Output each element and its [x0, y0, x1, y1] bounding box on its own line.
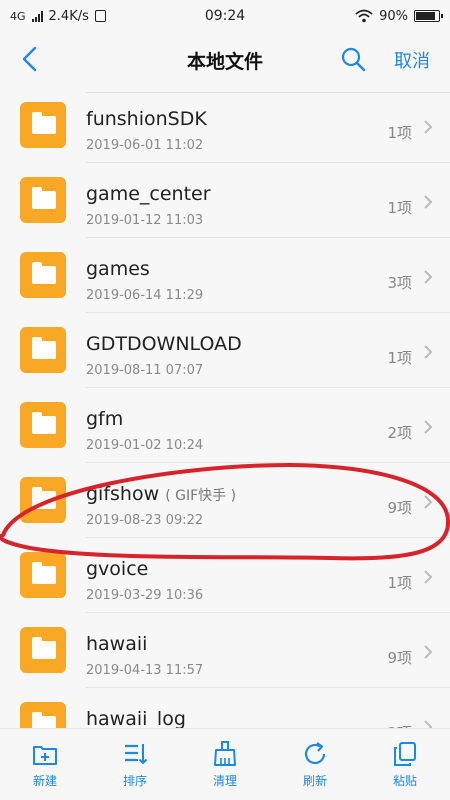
sort-icon	[125, 744, 148, 765]
status-right: 90%	[355, 8, 443, 24]
file-name: games	[86, 258, 150, 280]
refresh-label: 刷新	[302, 774, 327, 788]
sim-icon	[94, 10, 106, 22]
file-name: GDTDOWNLOAD	[86, 333, 242, 355]
item-count: 3项	[387, 274, 412, 292]
folder-icon	[20, 177, 66, 223]
folder-icon	[20, 552, 66, 598]
new-folder-button[interactable]: 新建	[0, 729, 90, 800]
file-name-text: funshionSDK	[86, 108, 207, 130]
sort-label: 排序	[122, 774, 147, 788]
file-date: 2019-04-13 11:57	[86, 663, 204, 678]
file-name-text: gvoice	[86, 558, 149, 580]
chevron-right-icon	[424, 645, 433, 659]
chevron-right-icon	[424, 720, 433, 728]
file-row[interactable]: gfm 2019-01-02 10:24 2项	[0, 388, 450, 463]
file-name-text: game_center	[86, 183, 211, 205]
file-row[interactable]: games 2019-06-14 11:29 3项	[0, 238, 450, 313]
file-row[interactable]: gifshow ( GIF快手 ) 2019-08-23 09:22 9项	[0, 463, 450, 538]
chevron-right-icon	[424, 120, 433, 134]
folder-icon	[20, 627, 66, 673]
chevron-right-icon	[424, 495, 433, 509]
refresh-icon	[304, 742, 326, 765]
chevron-right-icon	[424, 270, 433, 284]
clean-label: 清理	[212, 774, 237, 788]
clean-button[interactable]: 清理	[180, 729, 270, 800]
paste-button[interactable]: 粘贴	[360, 729, 450, 800]
header: 本地文件 取消	[0, 32, 450, 88]
file-row[interactable]: funshionSDK 2019-06-01 11:02 1项	[0, 88, 450, 163]
file-date: 2019-03-29 10:36	[86, 588, 204, 603]
file-name-text: gifshow	[86, 483, 160, 505]
file-name: gfm	[86, 408, 123, 430]
folder-icon	[20, 402, 66, 448]
refresh-button[interactable]: 刷新	[270, 729, 360, 800]
item-count: 1项	[387, 199, 412, 217]
item-count: 1项	[387, 349, 412, 367]
battery-icon	[414, 10, 443, 22]
file-name-text: hawaii_log	[86, 708, 186, 728]
file-alias: ( GIF快手 )	[165, 488, 237, 504]
item-count: 9项	[387, 499, 412, 517]
file-name: hawaii	[86, 633, 147, 655]
folder-icon	[20, 102, 66, 148]
chevron-right-icon	[424, 420, 433, 434]
file-row[interactable]: GDTDOWNLOAD 2019-08-11 07:07 1项	[0, 313, 450, 388]
file-name: game_center	[86, 183, 211, 205]
paste-icon	[394, 742, 416, 766]
network-speed: 2.4K/s	[48, 8, 89, 24]
search-icon[interactable]	[340, 46, 366, 72]
page-title: 本地文件	[186, 50, 263, 73]
file-name-text: hawaii	[86, 633, 148, 655]
sort-button[interactable]: 排序	[90, 729, 180, 800]
chevron-right-icon	[424, 195, 433, 209]
file-date: 2019-06-01 11:02	[86, 138, 204, 153]
file-row[interactable]: gvoice 2019-03-29 10:36 1项	[0, 538, 450, 613]
chevron-right-icon	[424, 570, 433, 584]
cancel-button[interactable]: 取消	[394, 47, 430, 73]
file-list: funshionSDK 2019-06-01 11:02 1项 game_center…	[0, 88, 450, 728]
file-name-text: games	[86, 258, 150, 280]
file-name: hawaii_log	[86, 708, 186, 728]
file-name: funshionSDK	[86, 108, 207, 130]
folder-icon	[20, 702, 66, 728]
status-left: 4G 2.4K/s	[10, 9, 106, 24]
folder-icon	[20, 327, 66, 373]
file-date: 2019-08-23 09:22	[86, 513, 204, 528]
network-type: 4G	[10, 9, 26, 23]
chevron-right-icon	[424, 345, 433, 359]
item-count: 2项	[387, 424, 412, 442]
wifi-icon	[355, 9, 373, 23]
status-time: 09:24	[204, 8, 246, 24]
file-date: 2019-01-02 10:24	[86, 438, 204, 453]
battery-fill	[416, 12, 435, 20]
paste-label: 粘贴	[392, 774, 417, 788]
battery-percent: 90%	[379, 8, 408, 24]
clean-brush-icon	[214, 741, 236, 766]
item-count: 1项	[387, 124, 412, 142]
file-row[interactable]: hawaii 2019-04-13 11:57 9项	[0, 613, 450, 688]
status-bar: 4G 2.4K/s 09:24 90%	[0, 0, 450, 32]
file-date: 2019-08-11 07:07	[86, 363, 204, 378]
folder-icon	[20, 252, 66, 298]
new-folder-label: 新建	[32, 774, 57, 788]
new-folder-icon	[33, 746, 57, 765]
signal-icon	[31, 10, 43, 22]
bottom-toolbar: 新建 排序 清理 刷新 粘贴	[0, 728, 450, 800]
file-name: gifshow ( GIF快手 )	[86, 483, 236, 505]
file-row[interactable]: hawaii_log2项	[0, 688, 450, 728]
file-row[interactable]: game_center 2019-01-12 11:03 1项	[0, 163, 450, 238]
item-count: 9项	[387, 649, 412, 667]
folder-icon	[20, 477, 66, 523]
file-name: gvoice	[86, 558, 148, 580]
file-date: 2019-01-12 11:03	[86, 213, 204, 228]
file-name-text: GDTDOWNLOAD	[86, 333, 242, 355]
file-name-text: gfm	[86, 408, 124, 430]
item-count: 1项	[387, 574, 412, 592]
file-date: 2019-06-14 11:29	[86, 288, 204, 303]
